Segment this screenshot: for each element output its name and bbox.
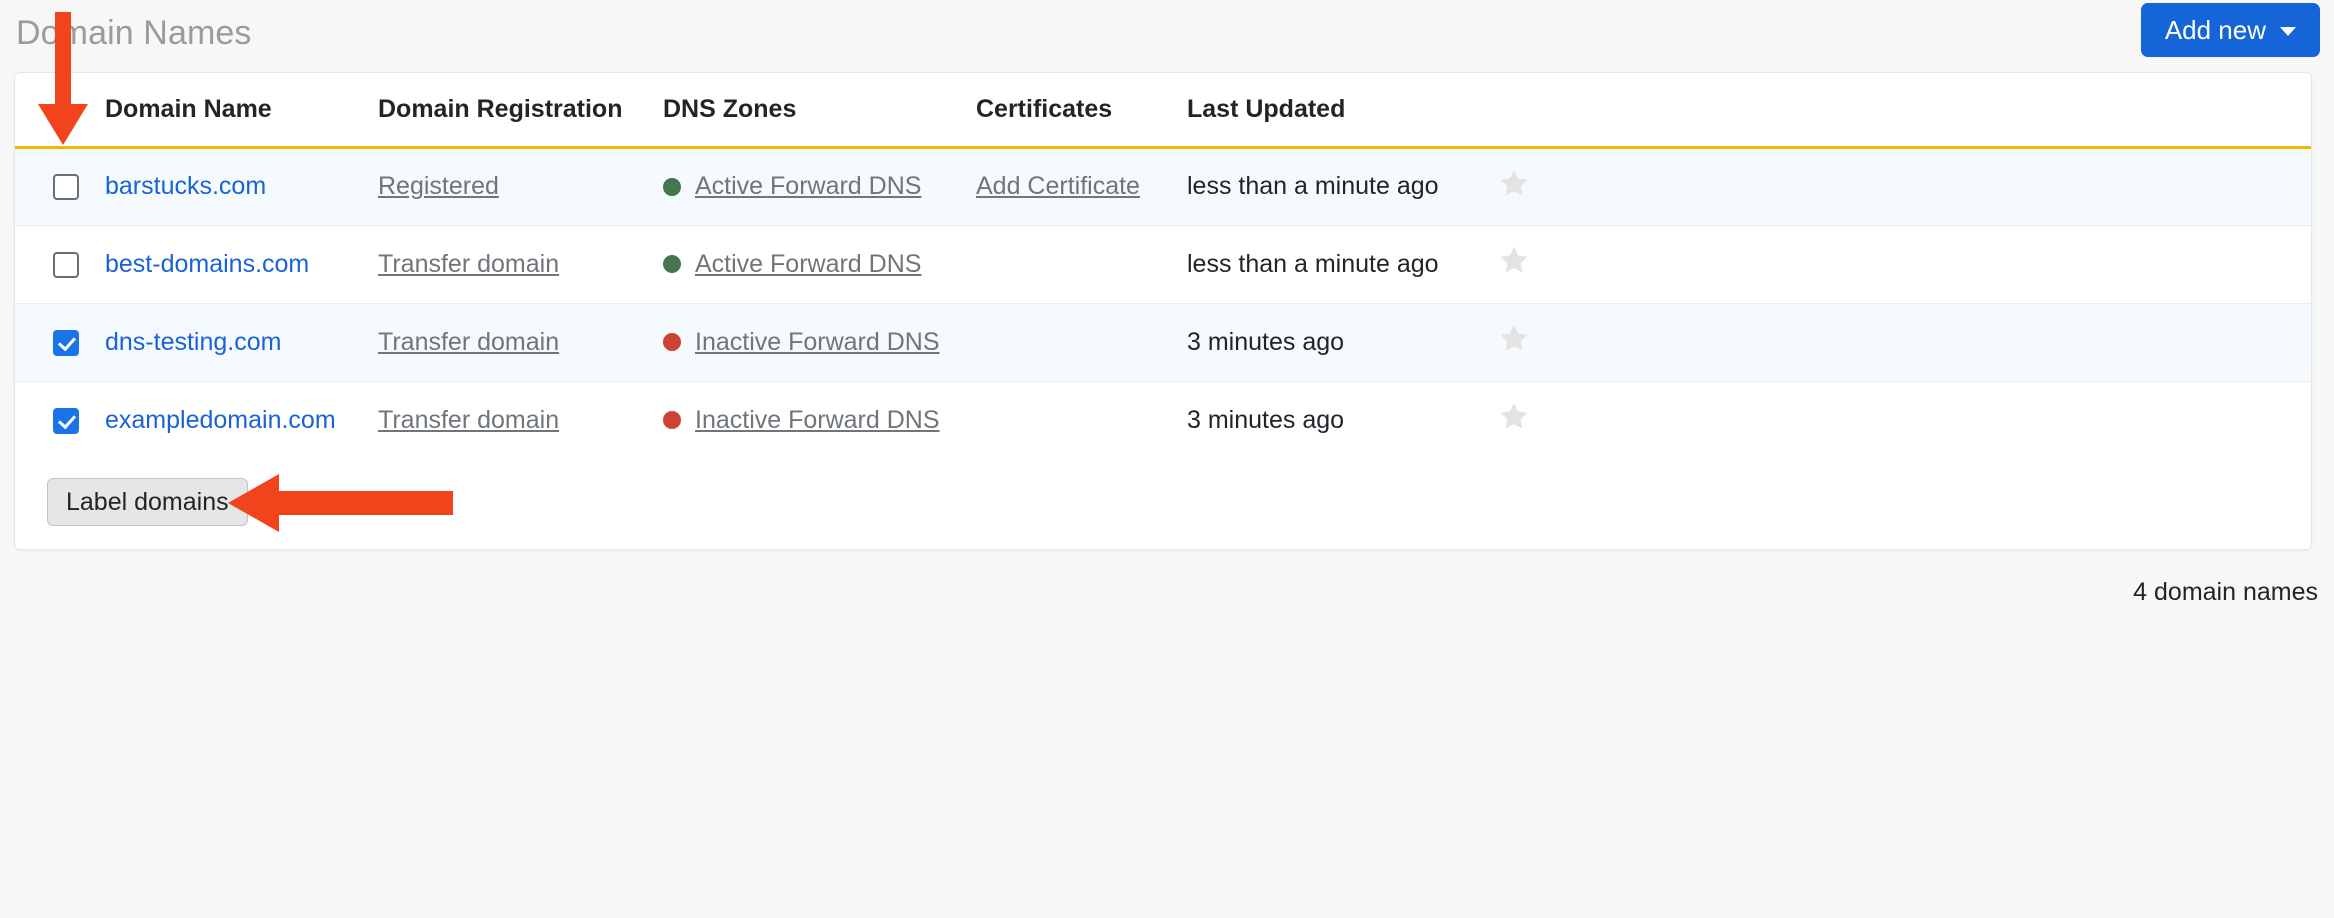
domain-name-link[interactable]: exampledomain.com [105,406,336,434]
column-header-last-updated: Last Updated [1187,73,1497,147]
last-updated-cell: less than a minute ago [1187,225,1497,303]
row-select-checkbox[interactable] [53,174,79,200]
dns-zone-link[interactable]: Active Forward DNS [695,250,921,279]
row-select-checkbox[interactable] [53,252,79,278]
favorite-star-icon[interactable] [1497,244,1531,277]
page-title: Domain Names [16,12,252,54]
domain-registration-link[interactable]: Registered [378,172,499,200]
column-header-domain-name: Domain Name [105,73,378,147]
certificates-cell [976,225,1187,303]
favorite-star-icon[interactable] [1497,167,1531,200]
row-select-cell [15,381,105,459]
last-updated-cell: less than a minute ago [1187,147,1497,225]
domain-name-link[interactable]: barstucks.com [105,172,266,200]
certificates-cell [976,303,1187,381]
column-header-dns-zones: DNS Zones [663,73,976,147]
table-row: exampledomain.com Transfer domain Inactive… [15,381,2312,459]
favorite-cell [1497,381,2312,459]
last-updated-cell: 3 minutes ago [1187,303,1497,381]
domains-card: Domain Name Domain Registration DNS Zone… [14,72,2312,550]
page-header: Domain Names Add new [0,0,2334,72]
add-certificate-link[interactable]: Add Certificate [976,172,1140,200]
domain-registration-cell: Transfer domain [378,303,663,381]
domain-registration-cell: Registered [378,147,663,225]
domain-name-link[interactable]: dns-testing.com [105,328,281,356]
domain-name-cell: dns-testing.com [105,303,378,381]
certificates-cell: Add Certificate [976,147,1187,225]
favorite-star-icon[interactable] [1497,400,1531,433]
dns-zones-cell: Active Forward DNS [663,147,976,225]
dns-zone-link[interactable]: Active Forward DNS [695,172,921,201]
table-row: barstucks.com Registered Active Forward DN… [15,147,2312,225]
domain-name-cell: exampledomain.com [105,381,378,459]
favorite-cell [1497,147,2312,225]
domain-count-label: 4 domain names [2133,578,2318,607]
dns-zone-link[interactable]: Inactive Forward DNS [695,328,940,357]
dns-zones-cell: Active Forward DNS [663,225,976,303]
column-header-favorite [1497,73,2312,147]
dns-zone-link[interactable]: Inactive Forward DNS [695,406,940,435]
row-select-cell [15,147,105,225]
dns-status-dot-inactive-icon [663,411,681,429]
domain-registration-link[interactable]: Transfer domain [378,250,559,278]
chevron-down-icon [2280,27,2296,36]
column-header-select [15,73,105,147]
row-select-cell [15,303,105,381]
app-root: Domain Names Add new Domain Name Domain … [0,0,2334,918]
table-row: best-domains.com Transfer domain Active Fo… [15,225,2312,303]
table-body: barstucks.com Registered Active Forward DN… [15,147,2312,459]
dns-zones-cell: Inactive Forward DNS [663,303,976,381]
dns-status-dot-active-icon [663,178,681,196]
column-header-domain-registration: Domain Registration [378,73,663,147]
table-header-row: Domain Name Domain Registration DNS Zone… [15,73,2312,147]
dns-status-dot-inactive-icon [663,333,681,351]
last-updated-cell: 3 minutes ago [1187,381,1497,459]
last-updated-text: 3 minutes ago [1187,406,1344,434]
domain-registration-cell: Transfer domain [378,225,663,303]
dns-status-dot-active-icon [663,255,681,273]
row-select-checkbox[interactable] [53,408,79,434]
dns-zones-cell: Inactive Forward DNS [663,381,976,459]
last-updated-text: less than a minute ago [1187,172,1439,200]
table-row: dns-testing.com Transfer domain Inactive F… [15,303,2312,381]
domain-registration-cell: Transfer domain [378,381,663,459]
domain-name-link[interactable]: best-domains.com [105,250,309,278]
add-new-button[interactable]: Add new [2141,3,2320,57]
row-select-cell [15,225,105,303]
domain-name-cell: barstucks.com [105,147,378,225]
last-updated-text: less than a minute ago [1187,250,1439,278]
column-header-certificates: Certificates [976,73,1187,147]
last-updated-text: 3 minutes ago [1187,328,1344,356]
add-new-label: Add new [2165,15,2266,46]
domain-name-cell: best-domains.com [105,225,378,303]
certificates-cell [976,381,1187,459]
label-domains-button[interactable]: Label domains [47,478,248,526]
card-footer: Label domains [15,455,2311,549]
domains-table: Domain Name Domain Registration DNS Zone… [15,73,2312,460]
domain-registration-link[interactable]: Transfer domain [378,328,559,356]
favorite-star-icon[interactable] [1497,322,1531,355]
row-select-checkbox[interactable] [53,330,79,356]
favorite-cell [1497,303,2312,381]
table-head: Domain Name Domain Registration DNS Zone… [15,73,2312,147]
domain-registration-link[interactable]: Transfer domain [378,406,559,434]
favorite-cell [1497,225,2312,303]
